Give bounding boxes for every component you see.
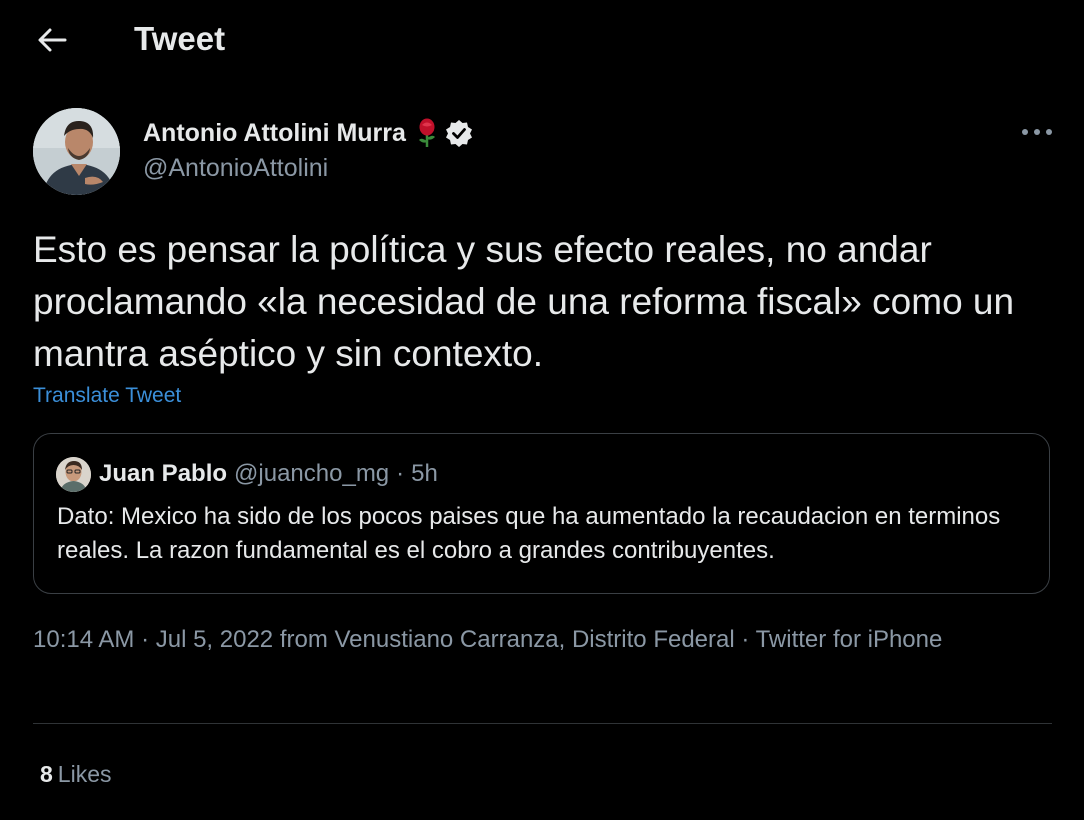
author-name[interactable]: Antonio Attolini Murra bbox=[143, 119, 406, 148]
header: Tweet bbox=[0, 0, 1084, 80]
likes-label: Likes bbox=[57, 761, 112, 787]
quoted-author-handle: @juancho_mg bbox=[234, 460, 390, 487]
tweet-location: from Venustiano Carranza, Distrito Feder… bbox=[273, 626, 735, 653]
author-name-row: Antonio Attolini Murra bbox=[143, 116, 474, 150]
verified-badge-icon bbox=[444, 118, 474, 148]
quoted-author-name: Juan Pablo bbox=[99, 460, 228, 487]
separator-dot: · bbox=[396, 460, 405, 487]
back-button[interactable] bbox=[30, 22, 74, 58]
quoted-tweet-text: Dato: Mexico ha sido de los pocos paises… bbox=[57, 503, 1001, 564]
quoted-author-avatar bbox=[56, 456, 91, 492]
author-handle[interactable]: @AntonioAttolini bbox=[143, 154, 328, 183]
page-title: Tweet bbox=[134, 20, 226, 57]
tweet-date[interactable]: Jul 5, 2022 bbox=[156, 626, 273, 653]
more-options-button[interactable] bbox=[1015, 120, 1059, 144]
arrow-left-icon bbox=[38, 28, 67, 52]
author-avatar[interactable] bbox=[33, 108, 120, 195]
tweet-metadata: 10:14 AM · Jul 5, 2022 from Venustiano C… bbox=[33, 622, 1043, 658]
tweet-text: Esto es pensar la política y sus efecto … bbox=[33, 229, 1015, 374]
author-photo bbox=[33, 108, 120, 195]
likes-count: 8 bbox=[40, 761, 53, 787]
tweet-author: Antonio Attolini Murra @AntonioAttolini bbox=[33, 108, 1053, 198]
quoted-tweet-card[interactable]: Juan Pablo @juancho_mg · 5h Dato: Mexico… bbox=[33, 433, 1050, 594]
divider bbox=[33, 723, 1052, 724]
likes-stat[interactable]: 8 Likes bbox=[40, 756, 112, 792]
separator-dot: · bbox=[134, 626, 156, 653]
separator-dot: · bbox=[734, 626, 756, 653]
quoted-tweet-time: 5h bbox=[411, 460, 438, 487]
more-horizontal-icon bbox=[1022, 129, 1052, 135]
rose-icon bbox=[416, 118, 438, 148]
tweet-source: Twitter for iPhone bbox=[755, 626, 943, 653]
quoted-tweet-header: Juan Pablo @juancho_mg · 5h bbox=[56, 456, 438, 492]
tweet-time[interactable]: 10:14 AM bbox=[33, 626, 134, 653]
translate-tweet-link[interactable]: Translate Tweet bbox=[33, 384, 181, 408]
